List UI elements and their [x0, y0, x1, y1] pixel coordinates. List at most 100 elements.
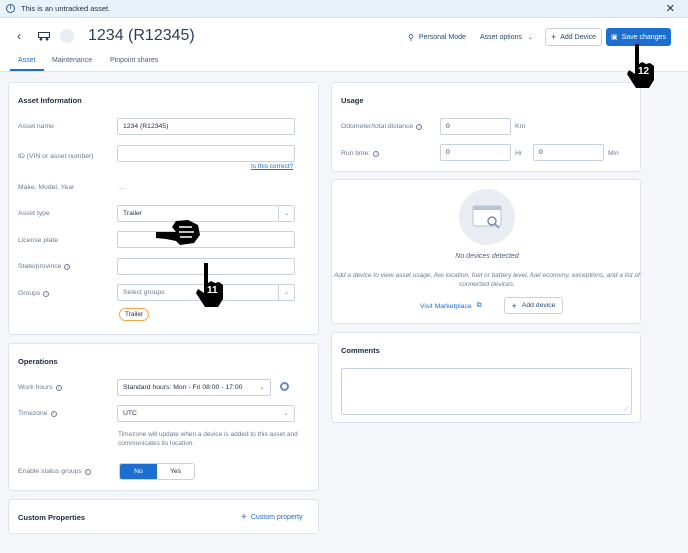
- info-icon[interactable]: i: [43, 290, 50, 297]
- chevron-down-icon: ⌄: [278, 285, 294, 300]
- pin-icon: ⚲: [408, 32, 414, 42]
- minutes-unit: Min: [608, 150, 619, 157]
- info-icon[interactable]: i: [55, 384, 62, 391]
- hand-cursor-icon: 11: [193, 261, 227, 311]
- visit-marketplace-link[interactable]: Visit Marketplace ⧉: [420, 302, 482, 310]
- license-plate-input[interactable]: [117, 231, 295, 248]
- no-devices-text: No devices detected: [455, 253, 519, 260]
- toggle-no[interactable]: No: [120, 464, 157, 479]
- info-icon[interactable]: i: [84, 468, 91, 475]
- device-illustration-icon: [472, 205, 502, 229]
- asset-name-input[interactable]: 1234 (R12345): [117, 118, 295, 135]
- card-title: Custom Properties: [18, 513, 86, 522]
- odometer-unit: Km: [515, 123, 526, 130]
- device-placeholder-icon: [459, 189, 515, 245]
- card-title: Asset Information: [18, 96, 82, 105]
- timezone-select[interactable]: UTC ⌄: [117, 405, 295, 422]
- chevron-down-icon: ⌄: [283, 411, 289, 417]
- info-icon[interactable]: i: [50, 410, 57, 417]
- external-link-icon: ⧉: [476, 302, 482, 309]
- asset-type-value: Trailer: [123, 210, 143, 217]
- pointing-hand-icon: [154, 217, 202, 253]
- tab-asset[interactable]: Asset: [10, 57, 44, 71]
- cursor-label-11: 11: [207, 285, 218, 296]
- add-device-label: Add Device: [560, 33, 597, 41]
- group-chip-trailer[interactable]: Trailer: [119, 308, 150, 321]
- plus-icon: +: [511, 300, 517, 311]
- plus-icon: +: [241, 512, 247, 523]
- asset-type-select[interactable]: Trailer ⌄: [117, 205, 295, 222]
- back-arrow-icon[interactable]: ‹: [17, 29, 21, 43]
- add-device-button[interactable]: + Add Device: [545, 28, 602, 46]
- is-this-correct-link[interactable]: Is this correct?: [251, 163, 293, 170]
- comments-textarea[interactable]: ⟋: [341, 368, 632, 415]
- groups-label: Groups i: [18, 290, 50, 297]
- hours-unit: Hr: [515, 150, 523, 157]
- tab-maintenance[interactable]: Maintenance: [52, 57, 92, 71]
- info-icon: i: [6, 4, 15, 13]
- save-changes-label: Save changes: [621, 33, 666, 41]
- runtime-hours-input[interactable]: 0: [440, 144, 511, 161]
- add-custom-property-button[interactable]: + Custom property: [241, 512, 303, 523]
- status-groups-label: Enable status groups i: [18, 468, 91, 475]
- odometer-input[interactable]: 0: [440, 118, 511, 135]
- info-icon[interactable]: i: [373, 150, 380, 157]
- settings-icon[interactable]: [280, 382, 289, 391]
- operations-card: Operations Work hours i Standard hours: …: [8, 343, 319, 491]
- timezone-note: Timezone will update when a device is ad…: [118, 431, 298, 447]
- asset-options-button[interactable]: Asset options ⌄: [480, 28, 533, 46]
- work-hours-select[interactable]: Standard hours: Mon - Fri 08:00 - 17:00 …: [117, 379, 271, 396]
- devices-card: No devices detected Add a device to view…: [331, 179, 641, 324]
- chevron-down-icon: ⌄: [259, 385, 265, 391]
- card-title: Operations: [18, 357, 58, 366]
- status-groups-text: Enable status groups: [18, 468, 82, 475]
- plus-icon: +: [550, 32, 557, 42]
- timezone-label: Timezone i: [18, 410, 57, 417]
- id-input[interactable]: [117, 145, 295, 162]
- groups-text: Groups: [18, 290, 41, 297]
- runtime-text: Run time:: [341, 150, 371, 157]
- asset-information-card: Asset Information Asset name 1234 (R1234…: [8, 82, 319, 335]
- personal-mode-label: Personal Mode: [418, 33, 466, 41]
- card-title: Comments: [341, 346, 380, 355]
- banner-text: This is an untracked asset.: [21, 4, 111, 13]
- trailer-icon: [38, 32, 50, 41]
- toggle-yes[interactable]: Yes: [157, 464, 194, 479]
- cursor-label-12: 12: [638, 66, 650, 77]
- add-device-card-button[interactable]: + Add device: [504, 297, 563, 314]
- visit-marketplace-label: Visit Marketplace: [420, 302, 472, 310]
- work-hours-text: Work hours: [18, 384, 53, 391]
- save-icon: ▣: [611, 34, 618, 41]
- custom-property-label: Custom property: [250, 514, 303, 521]
- page-title: 1234 (R12345): [88, 27, 195, 44]
- status-groups-toggle[interactable]: No Yes: [119, 463, 195, 480]
- make-model-year-label: Make, Model, Year: [18, 184, 75, 191]
- odometer-text: Odometer/total distance: [341, 123, 414, 130]
- timezone-value: UTC: [123, 410, 137, 417]
- card-title: Usage: [341, 96, 364, 105]
- close-icon[interactable]: ✕: [666, 2, 675, 15]
- chevron-down-icon: ⌄: [528, 34, 534, 41]
- runtime-minutes-input[interactable]: 0: [533, 144, 604, 161]
- id-label: ID (VIN or asset number): [18, 153, 94, 160]
- untracked-banner: i This is an untracked asset. ✕: [0, 0, 688, 18]
- state-province-text: State/province: [18, 263, 62, 270]
- state-province-label: State/province i: [18, 263, 71, 270]
- tab-pinpoint-shares[interactable]: Pinpoint shares: [110, 57, 158, 71]
- asset-options-label: Asset options: [480, 33, 523, 41]
- timezone-text: Timezone: [18, 410, 48, 417]
- make-model-year-value: ...: [119, 184, 125, 191]
- no-devices-description: Add a device to view asset usage, live l…: [334, 272, 640, 288]
- asset-type-label: Asset type: [18, 210, 50, 217]
- asset-name-label: Asset name: [18, 123, 54, 130]
- license-plate-label: License plate: [18, 237, 59, 244]
- info-icon[interactable]: i: [416, 123, 423, 130]
- usage-card: Usage Odometer/total distance i 0 Km Run…: [331, 82, 641, 172]
- personal-mode-button[interactable]: ⚲ Personal Mode: [408, 28, 466, 46]
- hand-cursor-icon: 12: [624, 42, 658, 92]
- info-icon[interactable]: i: [64, 263, 71, 270]
- chevron-down-icon: ⌄: [278, 206, 294, 221]
- groups-placeholder: Select groups: [123, 289, 165, 296]
- add-device-card-label: Add device: [521, 302, 556, 309]
- resize-handle-icon[interactable]: ⟋: [624, 406, 629, 414]
